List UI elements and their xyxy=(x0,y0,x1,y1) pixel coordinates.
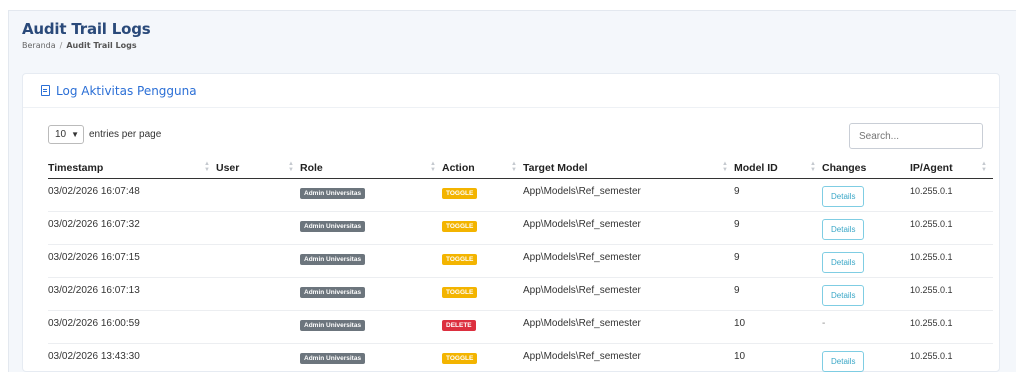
column-header-changes: Changes xyxy=(822,158,910,179)
entries-per-page-label: entries per page xyxy=(89,129,162,140)
details-button[interactable]: Details xyxy=(822,350,865,372)
cell-model-id: 10 xyxy=(734,343,822,372)
cell-ip-agent: 10.255.0.1 xyxy=(910,343,993,372)
details-button[interactable]: Details xyxy=(822,218,865,240)
card-header: Log Aktivitas Pengguna xyxy=(23,74,999,108)
cell-timestamp: 03/02/2026 16:07:13 xyxy=(48,277,216,311)
cell-model-id: 9 xyxy=(734,178,822,212)
sort-icon: ▲ ▼ xyxy=(204,161,210,173)
cell-timestamp: 03/02/2026 16:07:15 xyxy=(48,244,216,278)
no-changes-dash: - xyxy=(822,317,826,329)
entries-per-page-select[interactable]: 10 ▼ xyxy=(48,125,84,144)
column-header-action[interactable]: Action ▲ ▼ xyxy=(442,158,523,179)
column-header-target-model[interactable]: Target Model ▲ ▼ xyxy=(523,158,734,179)
table-row: 03/02/2026 13:43:30 Admin Universitas TO… xyxy=(48,343,993,372)
cell-ip-agent: 10.255.0.1 xyxy=(910,178,993,212)
column-header-ip-agent[interactable]: IP/Agent ▲ ▼ xyxy=(910,158,993,179)
column-header-timestamp[interactable]: Timestamp ▲ ▼ xyxy=(48,158,216,179)
cell-user xyxy=(216,343,300,372)
cell-user xyxy=(216,277,300,311)
breadcrumb-home[interactable]: Beranda xyxy=(22,41,56,50)
column-header-model-id[interactable]: Model ID ▲ ▼ xyxy=(734,158,822,179)
role-badge: Admin Universitas xyxy=(300,319,366,331)
column-header-user[interactable]: User ▲ ▼ xyxy=(216,158,300,179)
audit-log-table: Timestamp ▲ ▼ User ▲ ▼ Role ▲ ▼ Action ▲ ▼ Targe… xyxy=(48,158,993,372)
cell-target-model: App\Models\Ref_semester xyxy=(523,244,734,278)
cell-user xyxy=(216,244,300,278)
document-icon xyxy=(41,85,50,96)
role-badge: Admin Universitas xyxy=(300,286,366,298)
breadcrumb-separator: / xyxy=(59,41,63,50)
role-badge: Admin Universitas xyxy=(300,220,366,232)
action-badge: TOGGLE xyxy=(442,187,478,199)
action-badge: DELETE xyxy=(442,319,476,331)
cell-user xyxy=(216,310,300,344)
cell-target-model: App\Models\Ref_semester xyxy=(523,211,734,245)
table-row: 03/02/2026 16:07:13 Admin Universitas TO… xyxy=(48,277,993,311)
card-title: Log Aktivitas Pengguna xyxy=(56,83,197,98)
sort-icon: ▲ ▼ xyxy=(810,161,816,173)
cell-user xyxy=(216,211,300,245)
cell-model-id: 9 xyxy=(734,277,822,311)
breadcrumb-current: Audit Trail Logs xyxy=(66,41,137,50)
sort-icon: ▲ ▼ xyxy=(430,161,436,173)
cell-target-model: App\Models\Ref_semester xyxy=(523,178,734,212)
entries-per-page-value: 10 xyxy=(55,129,67,140)
cell-timestamp: 03/02/2026 16:07:32 xyxy=(48,211,216,245)
table-header-row: Timestamp ▲ ▼ User ▲ ▼ Role ▲ ▼ Action ▲ ▼ Targe… xyxy=(48,158,993,179)
action-badge: TOGGLE xyxy=(442,286,478,298)
action-badge: TOGGLE xyxy=(442,220,478,232)
sort-icon: ▲ ▼ xyxy=(722,161,728,173)
breadcrumb: Beranda / Audit Trail Logs xyxy=(22,41,151,50)
cell-timestamp: 03/02/2026 13:43:30 xyxy=(48,343,216,372)
cell-target-model: App\Models\Ref_semester xyxy=(523,343,734,372)
cell-ip-agent: 10.255.0.1 xyxy=(910,277,993,311)
cell-model-id: 10 xyxy=(734,310,822,344)
cell-timestamp: 03/02/2026 16:07:48 xyxy=(48,178,216,212)
action-badge: TOGGLE xyxy=(442,352,478,364)
cell-model-id: 9 xyxy=(734,244,822,278)
cell-user xyxy=(216,178,300,212)
cell-ip-agent: 10.255.0.1 xyxy=(910,310,993,344)
role-badge: Admin Universitas xyxy=(300,187,366,199)
cell-ip-agent: 10.255.0.1 xyxy=(910,244,993,278)
sort-icon: ▲ ▼ xyxy=(288,161,294,173)
cell-timestamp: 03/02/2026 16:00:59 xyxy=(48,310,216,344)
page-header: Audit Trail Logs Beranda / Audit Trail Log… xyxy=(22,20,151,50)
sort-icon: ▲ ▼ xyxy=(511,161,517,173)
table-row: 03/02/2026 16:07:48 Admin Universitas TO… xyxy=(48,178,993,212)
cell-ip-agent: 10.255.0.1 xyxy=(910,211,993,245)
cell-target-model: App\Models\Ref_semester xyxy=(523,277,734,311)
search-input[interactable] xyxy=(849,123,983,149)
page-title: Audit Trail Logs xyxy=(22,20,151,38)
table-row: 03/02/2026 16:00:59 Admin Universitas DE… xyxy=(48,310,993,344)
chevron-down-icon: ▼ xyxy=(71,130,79,139)
role-badge: Admin Universitas xyxy=(300,352,366,364)
table-controls: 10 ▼ entries per page xyxy=(48,123,983,151)
role-badge: Admin Universitas xyxy=(300,253,366,265)
details-button[interactable]: Details xyxy=(822,284,865,306)
audit-log-card: Log Aktivitas Pengguna 10 ▼ entries per … xyxy=(22,73,1000,372)
entries-per-page: 10 ▼ entries per page xyxy=(48,125,161,144)
cell-model-id: 9 xyxy=(734,211,822,245)
details-button[interactable]: Details xyxy=(822,185,865,207)
table-row: 03/02/2026 16:07:15 Admin Universitas TO… xyxy=(48,244,993,278)
action-badge: TOGGLE xyxy=(442,253,478,265)
details-button[interactable]: Details xyxy=(822,251,865,273)
cell-target-model: App\Models\Ref_semester xyxy=(523,310,734,344)
table-row: 03/02/2026 16:07:32 Admin Universitas TO… xyxy=(48,211,993,245)
sort-icon: ▲ ▼ xyxy=(981,161,987,173)
column-header-role[interactable]: Role ▲ ▼ xyxy=(300,158,442,179)
